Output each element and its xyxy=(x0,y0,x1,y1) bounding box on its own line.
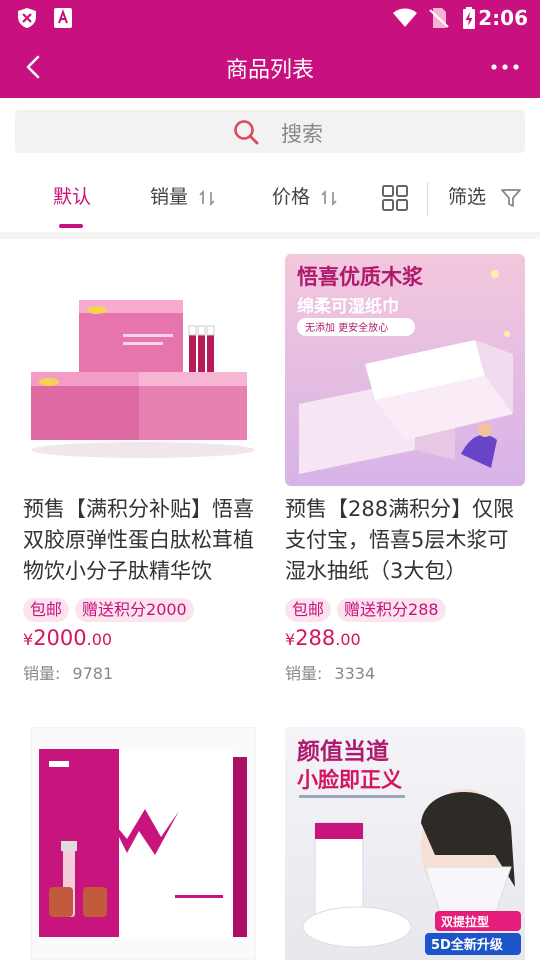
sort-tab-default-label: 默认 xyxy=(53,186,92,208)
image-headline: 悟喜优质木浆 xyxy=(297,265,424,289)
shield-icon xyxy=(18,8,36,28)
search-icon xyxy=(234,120,259,145)
sort-bar: 默认 销量 价格 筛选 xyxy=(0,168,540,230)
sales-value: 9781 xyxy=(72,664,114,683)
sales-value: 3334 xyxy=(334,664,376,683)
sort-divider xyxy=(427,182,428,216)
price-currency: ¥ xyxy=(23,630,34,649)
product-image: 颜值当道 小脸即正义 双提拉型 5D全新升级 xyxy=(285,727,525,960)
product-sales: 销量: 3334 xyxy=(285,660,375,684)
more-options-icon[interactable] xyxy=(490,56,520,78)
product-price: ¥288.00 xyxy=(285,626,361,650)
sort-tab-sales-label: 销量 xyxy=(150,186,189,208)
image-headline: 颜值当道 xyxy=(297,738,389,765)
product-image xyxy=(23,254,263,486)
product-tags: 包邮 赠送积分2000 xyxy=(23,598,200,622)
product-sales: 销量: 9781 xyxy=(23,660,113,684)
image-badge-lift: 双提拉型 xyxy=(441,914,489,929)
price-decimal: .00 xyxy=(86,630,113,649)
tag-free-shipping: 包邮 xyxy=(23,598,70,622)
sales-label: 销量: xyxy=(23,664,61,683)
product-tags: 包邮 赠送积分288 xyxy=(285,598,452,622)
wifi-icon xyxy=(393,8,417,27)
tag-points: 赠送积分288 xyxy=(337,598,446,622)
nav-bar: 商品列表 xyxy=(0,36,540,98)
app-notification-icon xyxy=(54,8,72,28)
search-placeholder: 搜索 xyxy=(281,122,323,146)
image-subtitle: 小脸即正义 xyxy=(297,768,402,792)
sort-tab-price[interactable]: 价格 xyxy=(272,182,338,209)
sales-label: 销量: xyxy=(285,664,323,683)
no-sim-icon xyxy=(429,8,449,28)
status-bar: 2:06 xyxy=(0,0,540,36)
image-tagline: 无添加 更安全放心 xyxy=(305,321,388,334)
grid-view-icon[interactable] xyxy=(381,184,409,212)
product-image: 悟喜优质木浆 绵柔可湿纸巾 无添加 更安全放心 xyxy=(285,254,525,486)
filter-label: 筛选 xyxy=(448,186,487,208)
status-time: 2:06 xyxy=(478,6,528,30)
sort-tab-sales[interactable]: 销量 xyxy=(150,182,216,209)
product-name: 预售【满积分补贴】悟喜双胶原弹性蛋白肽松茸植物饮小分子肽精华饮 xyxy=(23,497,254,583)
battery-charging-icon xyxy=(463,7,475,29)
tag-free-shipping: 包邮 xyxy=(285,598,332,622)
sort-tab-price-label: 价格 xyxy=(272,186,311,208)
product-image xyxy=(23,727,263,960)
tag-points: 赠送积分2000 xyxy=(75,598,194,622)
sort-toggle-icon xyxy=(321,189,337,206)
sort-toggle-icon xyxy=(199,189,215,206)
search-bar[interactable]: 搜索 xyxy=(15,110,525,153)
sort-tab-default[interactable]: 默认 xyxy=(53,182,91,209)
active-tab-indicator xyxy=(59,224,83,228)
price-decimal: .00 xyxy=(335,630,361,649)
price-integer: 2000 xyxy=(33,626,87,650)
image-subtitle: 绵柔可湿纸巾 xyxy=(297,296,399,317)
page-title: 商品列表 xyxy=(225,58,314,83)
filter-icon xyxy=(501,188,521,207)
section-gap xyxy=(0,232,540,239)
filter-button[interactable]: 筛选 xyxy=(448,182,522,209)
product-name: 预售【288满积分】仅限支付宝，悟喜5层木浆可湿水抽纸（3大包） xyxy=(285,497,515,583)
product-price: ¥2000.00 xyxy=(23,626,112,650)
image-badge-upgrade: 5D全新升级 xyxy=(431,937,504,953)
price-currency: ¥ xyxy=(285,630,296,649)
price-integer: 288 xyxy=(295,626,336,650)
